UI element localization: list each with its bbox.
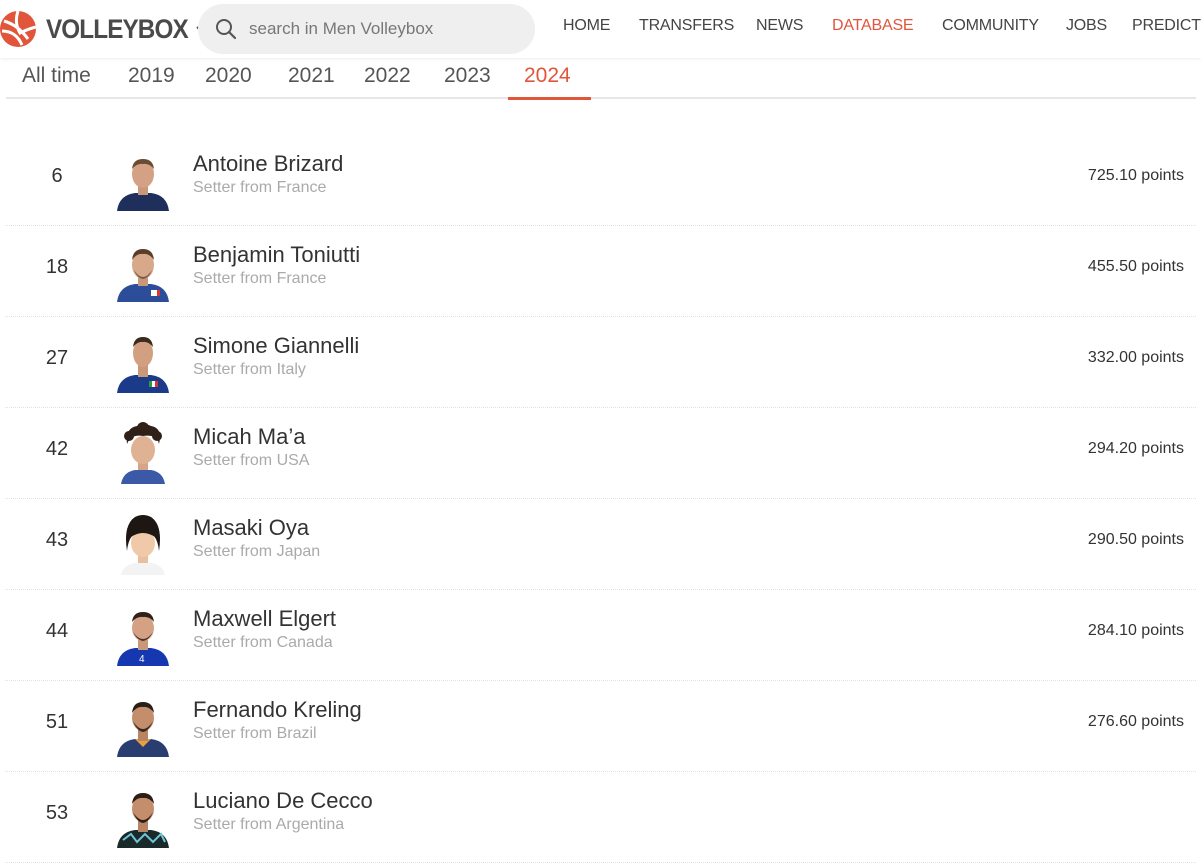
site-header: VOLLEYBOX HOME TRANSFERS NEWS DATABASE C… <box>0 0 1201 58</box>
volleyball-logo-icon <box>0 10 37 47</box>
player-avatar[interactable] <box>111 693 175 757</box>
player-row[interactable]: 43 Masaki Oya Setter from Japan 290.50 p… <box>5 498 1196 590</box>
player-name[interactable]: Benjamin Toniutti <box>193 242 360 268</box>
tab-all-time[interactable]: All time <box>22 64 91 88</box>
nav-community[interactable]: COMMUNITY <box>942 17 1039 35</box>
player-avatar[interactable] <box>111 511 175 575</box>
tab-2019[interactable]: 2019 <box>128 64 175 88</box>
player-row[interactable]: 53 Luciano De Cecco Setter from Argentin… <box>5 771 1196 863</box>
player-name[interactable]: Antoine Brizard <box>193 151 343 177</box>
player-position-country: Setter from Japan <box>193 543 321 560</box>
player-position-country: Setter from Brazil <box>193 725 317 742</box>
svg-text:4: 4 <box>139 654 145 665</box>
player-position-country: Setter from Argentina <box>193 816 345 833</box>
player-name[interactable]: Luciano De Cecco <box>193 788 373 814</box>
player-row[interactable]: 27 Simone Giannelli Setter from Italy 33… <box>5 316 1196 408</box>
player-row[interactable]: 44 4 Maxwell Elgert Setter from Canada 2… <box>5 589 1196 681</box>
player-avatar[interactable] <box>111 147 175 211</box>
player-points: 455.50 points <box>1087 258 1184 275</box>
nav-home[interactable]: HOME <box>563 17 610 35</box>
nav-transfers[interactable]: TRANSFERS <box>639 17 734 35</box>
tab-2024[interactable]: 2024 <box>524 64 571 88</box>
player-name[interactable]: Simone Giannelli <box>193 333 359 359</box>
player-points: 284.10 points <box>1087 622 1184 639</box>
player-points: 725.10 points <box>1087 167 1184 184</box>
tab-2022[interactable]: 2022 <box>364 64 411 88</box>
nav-predictions[interactable]: PREDICTIC <box>1132 17 1201 35</box>
search-icon <box>216 19 237 40</box>
player-avatar[interactable] <box>111 329 175 393</box>
player-name[interactable]: Micah Ma’a <box>193 424 305 450</box>
player-rank: 6 <box>51 165 63 187</box>
tab-2020[interactable]: 2020 <box>205 64 252 88</box>
player-position-country: Setter from France <box>193 270 327 287</box>
tabs-divider <box>6 97 1196 99</box>
player-rank: 42 <box>45 438 69 460</box>
logo-text: VOLLEYBOX <box>46 13 189 44</box>
search-input[interactable] <box>247 18 511 40</box>
player-points: 294.20 points <box>1087 440 1184 457</box>
year-tabs: All time 2019 2020 2021 2022 2023 2024 <box>0 58 1201 102</box>
player-position-country: Setter from Italy <box>193 361 306 378</box>
player-rank: 51 <box>45 711 69 733</box>
site-logo[interactable]: VOLLEYBOX <box>0 9 210 49</box>
player-avatar[interactable] <box>111 238 175 302</box>
player-position-country: Setter from Canada <box>193 634 333 651</box>
player-avatar[interactable] <box>111 784 175 848</box>
player-points: 276.60 points <box>1087 713 1184 730</box>
player-row[interactable]: 18 Benjamin Toniutti Setter from France … <box>5 225 1196 317</box>
player-rank: 44 <box>45 620 69 642</box>
player-rank: 27 <box>45 347 69 369</box>
player-rank: 43 <box>45 529 69 551</box>
player-name[interactable]: Masaki Oya <box>193 515 309 541</box>
player-avatar[interactable]: 4 <box>111 602 175 666</box>
player-row[interactable]: 6 Antoine Brizard Setter from France 725… <box>5 134 1196 226</box>
player-row[interactable]: 42 Micah Ma’a Setter from USA 294.20 poi… <box>5 407 1196 499</box>
active-tab-indicator <box>508 97 591 100</box>
nav-jobs[interactable]: JOBS <box>1066 17 1107 35</box>
player-name[interactable]: Fernando Kreling <box>193 697 362 723</box>
tab-2021[interactable]: 2021 <box>288 64 335 88</box>
search-box[interactable] <box>198 4 535 54</box>
tab-2023[interactable]: 2023 <box>444 64 491 88</box>
player-rank: 18 <box>45 256 69 278</box>
player-rank: 53 <box>45 802 69 824</box>
player-row[interactable]: 51 Fernando Kreling Setter from Brazil 2… <box>5 680 1196 772</box>
nav-database[interactable]: DATABASE <box>832 17 914 35</box>
player-points: 332.00 points <box>1087 349 1184 366</box>
player-name[interactable]: Maxwell Elgert <box>193 606 336 632</box>
player-position-country: Setter from France <box>193 179 327 196</box>
player-points: 290.50 points <box>1087 531 1184 548</box>
player-position-country: Setter from USA <box>193 452 310 469</box>
nav-news[interactable]: NEWS <box>756 17 803 35</box>
player-avatar[interactable] <box>111 420 175 484</box>
